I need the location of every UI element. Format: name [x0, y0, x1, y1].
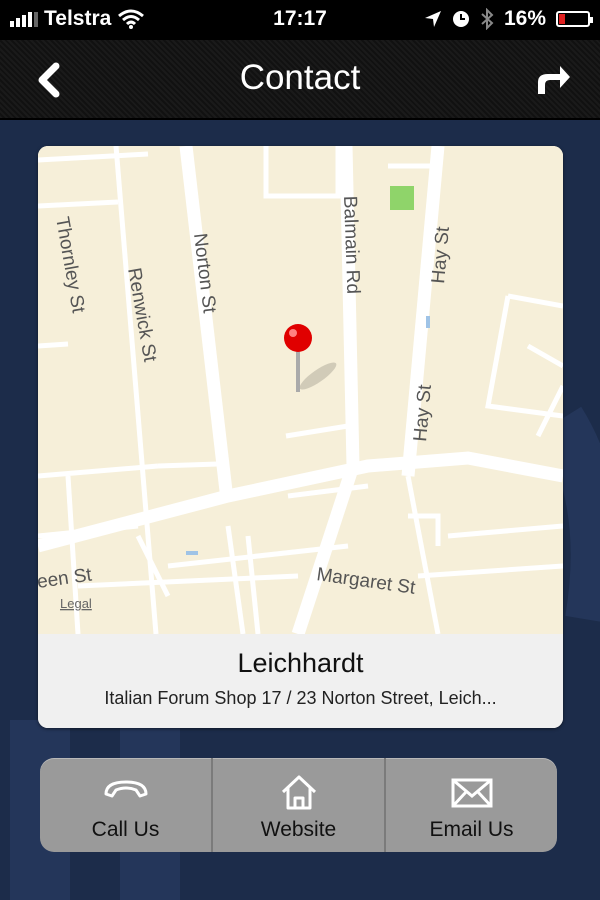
page-title: Contact	[239, 58, 361, 97]
bluetooth-icon	[481, 8, 494, 30]
location-address: Italian Forum Shop 17 / 23 Norton Street…	[104, 688, 497, 708]
website-button[interactable]: Website	[211, 758, 384, 852]
phone-icon	[104, 780, 147, 798]
street-label: Balmain Rd	[339, 195, 363, 294]
call-us-label: Call Us	[91, 818, 160, 841]
location-arrow-icon	[424, 11, 441, 27]
clock-icon	[452, 11, 469, 27]
email-us-button[interactable]: Email Us	[384, 758, 557, 852]
battery-percent: 16%	[503, 7, 546, 30]
park-area	[390, 186, 414, 210]
location-name: Leichhardt	[237, 648, 364, 678]
map-legal-link[interactable]: Legal	[60, 596, 92, 611]
location-info: Leichhardt Italian Forum Shop 17 / 23 No…	[38, 634, 563, 728]
navigation-bar: Contact	[0, 40, 600, 120]
action-bar: Call Us Website Email Us	[40, 758, 557, 852]
call-us-button[interactable]: Call Us	[40, 758, 211, 852]
map-card: Thornley St Renwick St Norton St Balmain…	[38, 146, 563, 728]
status-right: 16%	[424, 7, 593, 31]
envelope-icon	[451, 778, 492, 808]
battery-icon	[556, 11, 593, 27]
home-icon	[281, 775, 316, 810]
share-icon[interactable]	[532, 60, 572, 100]
website-label: Website	[260, 818, 337, 841]
email-us-label: Email Us	[429, 818, 514, 841]
map-view[interactable]: Thornley St Renwick St Norton St Balmain…	[38, 146, 563, 634]
status-bar: Telstra 17:17 16%	[0, 0, 600, 40]
